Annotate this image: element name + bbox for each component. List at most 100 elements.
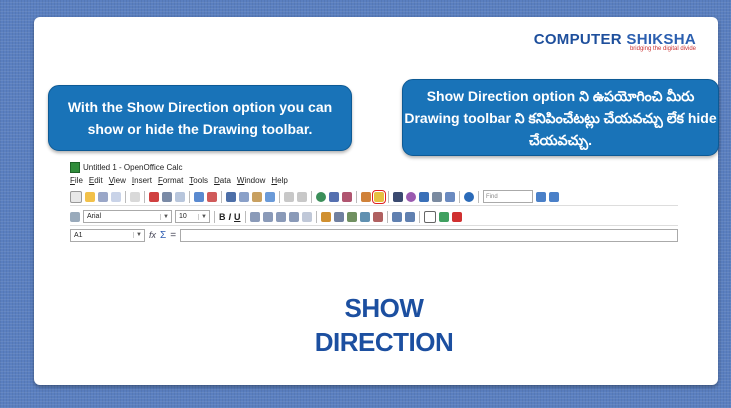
borders-icon[interactable] [423, 210, 436, 223]
menu-bar: File Edit View Insert Format Tools Data … [70, 175, 678, 186]
toolbar-separator [311, 190, 312, 203]
formula-input[interactable] [180, 228, 678, 242]
window-titlebar: Untitled 1 - OpenOffice Calc [70, 161, 678, 173]
function-icon[interactable]: = [170, 230, 176, 241]
menu-edit[interactable]: Edit [89, 176, 103, 185]
sort-descending-icon[interactable] [342, 191, 352, 202]
computer-shiksha-logo: COMPUTER SHIKSHA bridging the digital di… [534, 31, 696, 52]
spellcheck-icon[interactable] [194, 191, 204, 202]
toolbar-separator [459, 190, 460, 203]
cut-icon[interactable] [226, 191, 236, 202]
align-left-icon[interactable] [249, 211, 260, 222]
sum-icon[interactable]: Σ [160, 230, 166, 241]
font-color-icon[interactable] [451, 211, 462, 222]
chart-icon[interactable] [361, 191, 371, 202]
merge-cells-icon[interactable] [301, 211, 312, 222]
toolbar-separator [125, 190, 126, 203]
toolbar-separator [189, 190, 190, 203]
paste-icon[interactable] [252, 191, 262, 202]
zoom-icon[interactable] [445, 191, 455, 202]
email-icon[interactable] [111, 191, 121, 202]
undo-icon[interactable] [284, 191, 294, 202]
font-size-value: 10 [179, 213, 187, 220]
align-right-icon[interactable] [275, 211, 286, 222]
english-callout: With the Show Direction option you can s… [48, 85, 352, 151]
chevron-down-icon: ▼ [198, 213, 209, 220]
export-pdf-icon[interactable] [149, 191, 159, 202]
function-wizard-icon[interactable]: fx [149, 230, 156, 240]
add-decimal-icon[interactable] [359, 211, 370, 222]
formula-bar: A1 ▼ fx Σ = [70, 228, 678, 242]
menu-tools[interactable]: Tools [189, 176, 208, 185]
slide: COMPUTER SHIKSHA bridging the digital di… [34, 17, 719, 385]
autospellcheck-icon[interactable] [207, 191, 217, 202]
styles-icon[interactable] [70, 211, 80, 222]
calc-app-icon [70, 161, 80, 173]
telugu-callout: Show Direction option ని ఉపయోగించి మీరు … [402, 79, 719, 156]
currency-icon[interactable] [320, 211, 331, 222]
background-color-icon[interactable] [438, 211, 449, 222]
chevron-down-icon: ▼ [160, 213, 171, 220]
justify-icon[interactable] [288, 211, 299, 222]
font-size-select[interactable]: 10 ▼ [175, 210, 210, 223]
clone-formatting-icon[interactable] [265, 191, 275, 202]
page-preview-icon[interactable] [175, 191, 185, 202]
toolbar-separator [244, 210, 246, 223]
redo-icon[interactable] [297, 191, 307, 202]
headline-line-1: SHOW [344, 293, 424, 323]
logo-name-a: COMPUTER [533, 31, 622, 48]
show-draw-functions-icon[interactable] [372, 189, 386, 204]
menu-format[interactable]: Format [158, 176, 183, 185]
headline-line-2: DIRECTION [314, 327, 454, 357]
gallery-icon[interactable] [419, 191, 429, 202]
align-center-icon[interactable] [262, 211, 273, 222]
menu-view[interactable]: View [109, 176, 126, 185]
toolbar-separator [315, 210, 317, 223]
increase-indent-icon[interactable] [404, 211, 415, 222]
print-icon[interactable] [162, 191, 172, 202]
toolbar-separator [388, 190, 389, 203]
save-icon[interactable] [98, 191, 108, 202]
delete-decimal-icon[interactable] [372, 211, 383, 222]
toolbar-separator [144, 190, 145, 203]
find-replace-icon[interactable] [393, 191, 403, 202]
toolbar-separator [386, 210, 388, 223]
chevron-down-icon: ▼ [133, 232, 144, 238]
data-sources-icon[interactable] [432, 191, 442, 202]
italic-button[interactable]: I [229, 212, 232, 222]
toolbar-separator [356, 190, 357, 203]
find-previous-icon[interactable] [549, 191, 559, 202]
formatting-toolbar: Arial ▼ 10 ▼ B I U [70, 208, 678, 226]
toolbar-separator [478, 190, 479, 203]
menu-window[interactable]: Window [237, 176, 265, 185]
find-next-icon[interactable] [536, 191, 546, 202]
name-box[interactable]: A1 ▼ [70, 228, 145, 242]
standard-format-icon[interactable] [346, 211, 357, 222]
menu-insert[interactable]: Insert [132, 176, 152, 185]
standard-toolbar: Find [70, 188, 678, 206]
find-input[interactable]: Find [483, 190, 533, 203]
copy-icon[interactable] [239, 191, 249, 202]
decrease-indent-icon[interactable] [391, 211, 402, 222]
cell-reference: A1 [74, 231, 83, 239]
bold-button[interactable]: B [219, 212, 226, 222]
new-icon[interactable] [70, 190, 82, 203]
sort-ascending-icon[interactable] [329, 191, 339, 202]
percent-icon[interactable] [333, 211, 344, 222]
menu-data[interactable]: Data [214, 176, 231, 185]
font-name-value: Arial [87, 213, 102, 220]
menu-help[interactable]: Help [271, 176, 287, 185]
lesson-headline: SHOW DIRECTION [294, 291, 474, 359]
toolbar-separator [214, 210, 215, 223]
menu-file[interactable]: File [70, 176, 83, 185]
edit-file-icon[interactable] [130, 191, 140, 202]
font-name-select[interactable]: Arial ▼ [83, 210, 172, 223]
navigator-icon[interactable] [406, 191, 416, 202]
toolbar-separator [279, 190, 280, 203]
toolbar-separator [221, 190, 222, 203]
open-icon[interactable] [85, 191, 95, 202]
help-icon[interactable] [464, 191, 474, 202]
window-title: Untitled 1 - OpenOffice Calc [83, 162, 183, 172]
underline-button[interactable]: U [234, 212, 241, 222]
hyperlink-icon[interactable] [316, 191, 326, 202]
